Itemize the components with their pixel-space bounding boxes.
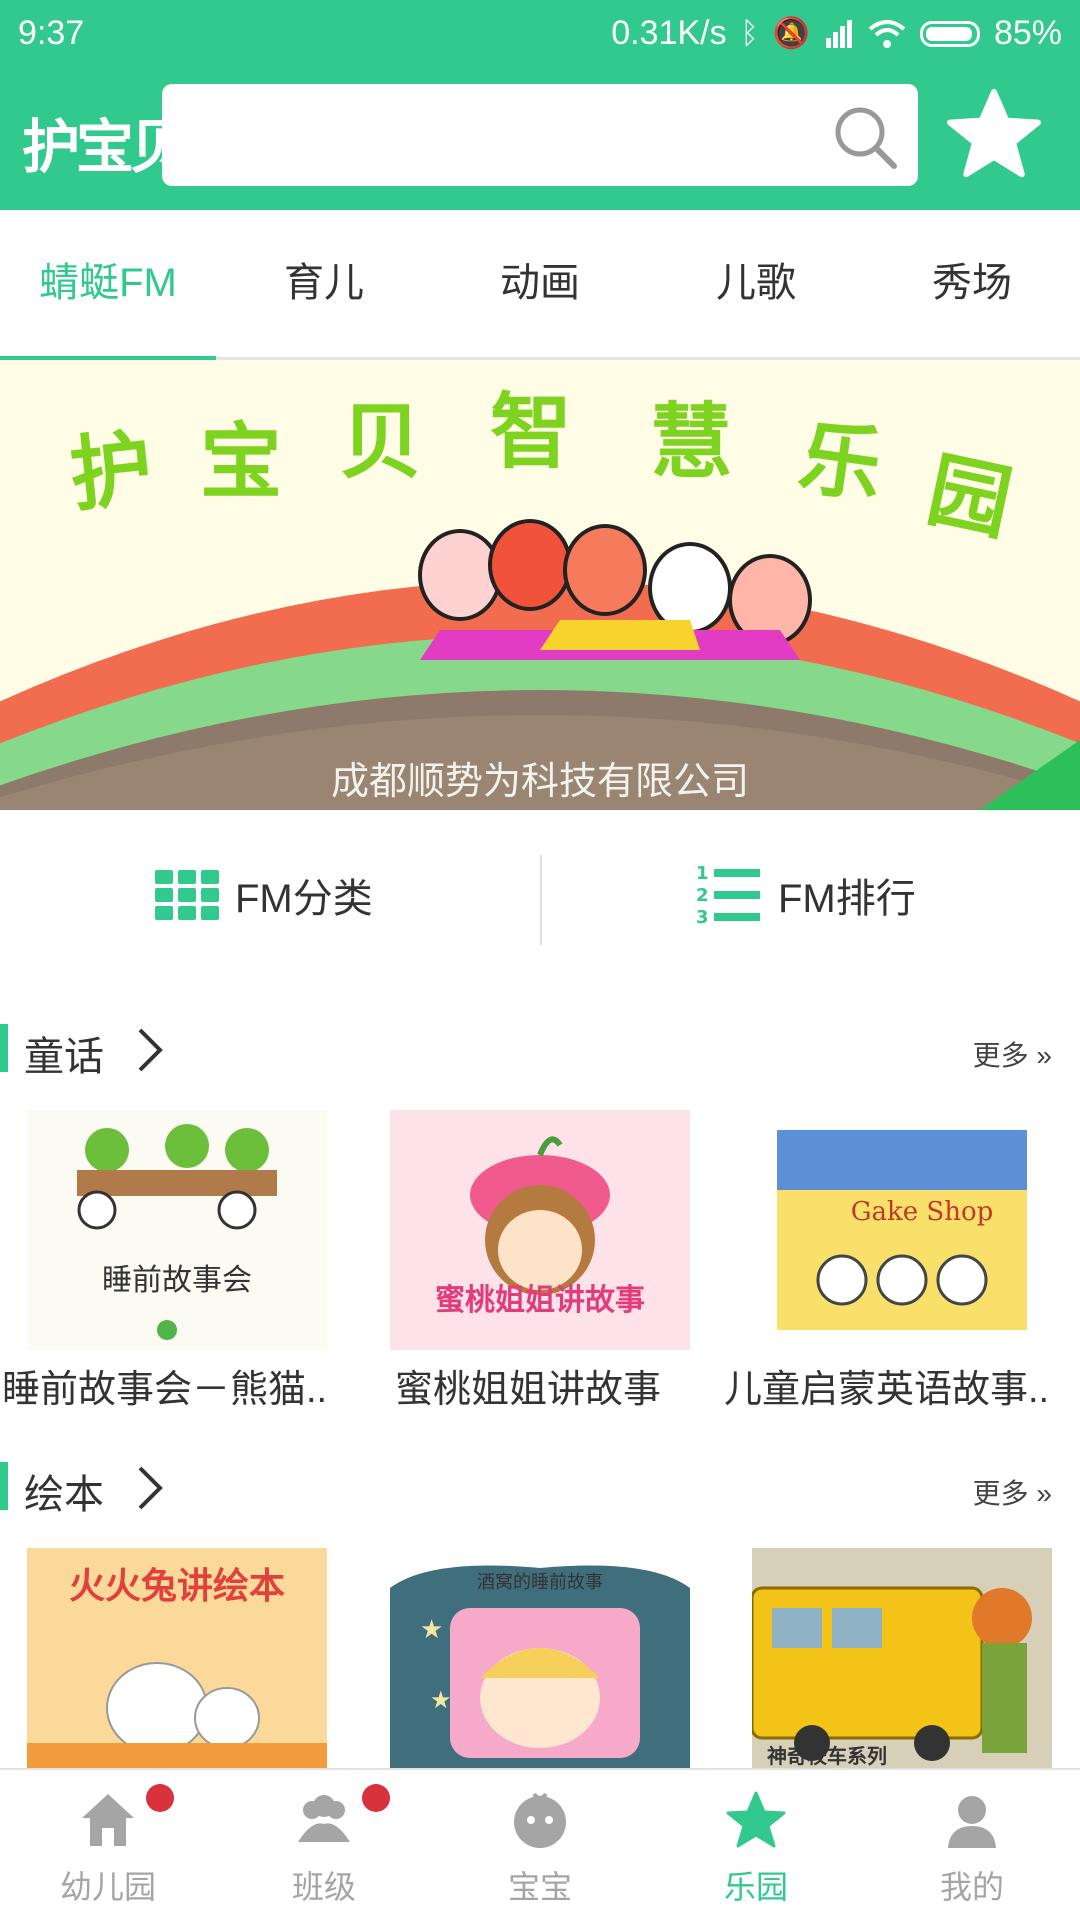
section-accent-bar xyxy=(0,1462,8,1510)
tab-parenting[interactable]: 育儿 xyxy=(216,210,432,357)
nav-class[interactable]: 班级 xyxy=(216,1770,432,1920)
more-link[interactable]: 更多 » xyxy=(973,1472,1052,1512)
svg-text:慧: 慧 xyxy=(650,395,732,490)
section-header-picture-books: 绘本 更多 » xyxy=(0,1458,1080,1518)
svg-text:★: ★ xyxy=(420,1614,443,1644)
mute-icon: 🔕 xyxy=(772,17,810,50)
svg-text:★: ★ xyxy=(430,1687,452,1714)
notification-badge xyxy=(146,1784,174,1812)
book-thumbnail: 火火兔讲绘本 xyxy=(27,1548,327,1768)
nav-label: 宝宝 xyxy=(507,1869,572,1905)
nav-label: 班级 xyxy=(291,1869,356,1905)
svg-text:贝: 贝 xyxy=(340,395,422,490)
svg-text:酒窝的睡前故事: 酒窝的睡前故事 xyxy=(477,1572,603,1593)
fm-category-button[interactable]: FM分类 xyxy=(155,810,373,980)
svg-text:1: 1 xyxy=(696,863,709,884)
tab-songs[interactable]: 儿歌 xyxy=(648,210,864,357)
svg-text:火火兔讲绘本: 火火兔讲绘本 xyxy=(69,1566,285,1607)
svg-text:宝: 宝 xyxy=(200,415,282,510)
signal-icon xyxy=(825,19,852,48)
ranking-list-icon: 123 xyxy=(696,863,760,927)
fm-category-label: FM分类 xyxy=(235,877,373,921)
nav-label: 乐园 xyxy=(723,1869,788,1905)
group-icon xyxy=(298,1795,350,1842)
notification-badge xyxy=(362,1784,390,1812)
divider xyxy=(540,855,542,945)
wifi-icon xyxy=(868,19,906,48)
baby-icon xyxy=(514,1792,566,1848)
chevron-right-icon[interactable] xyxy=(130,1464,170,1512)
search-input[interactable] xyxy=(182,84,786,186)
story-thumbnail: 睡前故事会 xyxy=(27,1110,327,1350)
section-title: 绘本 xyxy=(24,1473,104,1517)
user-icon xyxy=(948,1796,996,1848)
fm-ranking-label: FM排行 xyxy=(778,877,916,921)
home-icon xyxy=(82,1794,134,1846)
network-speed: 0.31K/s xyxy=(611,14,727,52)
nav-baby[interactable]: 宝宝 xyxy=(432,1770,648,1920)
star-icon xyxy=(726,1791,786,1848)
nav-kindergarten[interactable]: 幼儿园 xyxy=(0,1770,216,1920)
svg-text:乐: 乐 xyxy=(793,410,887,515)
app-header: 护宝贝 xyxy=(0,72,1080,210)
tab-show[interactable]: 秀场 xyxy=(864,210,1080,357)
promo-banner[interactable]: 护 宝 贝 智 慧 乐 园 成都顺势为科技有限公司 xyxy=(0,360,1080,810)
svg-text:Gake Shop: Gake Shop xyxy=(851,1197,994,1227)
book-thumbnail: 神奇校车系列 xyxy=(752,1548,1052,1768)
svg-text:2: 2 xyxy=(696,885,709,906)
story-thumbnail: Gake Shop xyxy=(752,1110,1052,1350)
story-title: 睡前故事会－熊猫.. xyxy=(2,1369,328,1411)
bluetooth-icon: ᛒ xyxy=(740,16,759,50)
story-title: 蜜桃姐姐讲故事 xyxy=(395,1369,662,1411)
status-time: 9:37 xyxy=(18,14,85,52)
search-icon[interactable] xyxy=(830,102,900,172)
tab-animation[interactable]: 动画 xyxy=(432,210,648,357)
svg-text:3: 3 xyxy=(696,907,709,927)
banner-illustration: 护 宝 贝 智 慧 乐 园 xyxy=(0,360,1080,810)
fm-ranking-button[interactable]: 123 FM排行 xyxy=(696,810,916,980)
story-thumbnail: 蜜桃姐姐讲故事 xyxy=(390,1110,690,1350)
battery-percent: 85% xyxy=(993,14,1062,52)
svg-text:蜜桃姐姐讲故事: 蜜桃姐姐讲故事 xyxy=(435,1283,645,1318)
svg-text:护: 护 xyxy=(66,421,157,524)
category-tabs: 蜻蜓FM 育儿 动画 儿歌 秀场 xyxy=(0,210,1080,360)
section-title: 童话 xyxy=(24,1035,104,1079)
more-link[interactable]: 更多 » xyxy=(973,1034,1052,1074)
svg-text:神奇校车系列: 神奇校车系列 xyxy=(767,1744,887,1768)
banner-company: 成都顺势为科技有限公司 xyxy=(330,761,749,803)
svg-text:智: 智 xyxy=(490,385,572,480)
nav-label: 幼儿园 xyxy=(59,1869,156,1905)
section-accent-bar xyxy=(0,1024,8,1072)
tab-qingting-fm[interactable]: 蜻蜓FM xyxy=(0,210,216,360)
bottom-navigation: 幼儿园 班级 宝宝 乐园 我的 xyxy=(0,1768,1080,1920)
story-title: 儿童启蒙英语故事.. xyxy=(724,1369,1050,1411)
search-box[interactable] xyxy=(162,84,918,186)
status-bar: 9:37 0.31K/s ᛒ 🔕 85% xyxy=(0,0,1080,72)
app-logo: 护宝贝 xyxy=(22,115,188,180)
favorite-star-icon[interactable] xyxy=(946,86,1042,182)
battery-icon xyxy=(919,20,980,47)
fm-shortcuts: FM分类 123 FM排行 xyxy=(0,810,1080,980)
section-header-fairy-tales: 童话 更多 » xyxy=(0,1020,1080,1080)
svg-text:睡前故事会: 睡前故事会 xyxy=(102,1263,252,1298)
book-thumbnail: 酒窝的睡前故事 ★ ★ xyxy=(390,1548,690,1768)
nav-park[interactable]: 乐园 xyxy=(648,1770,864,1920)
nav-label: 我的 xyxy=(939,1869,1004,1905)
nav-mine[interactable]: 我的 xyxy=(864,1770,1080,1920)
chevron-right-icon[interactable] xyxy=(130,1026,170,1074)
grid-icon xyxy=(155,870,219,920)
